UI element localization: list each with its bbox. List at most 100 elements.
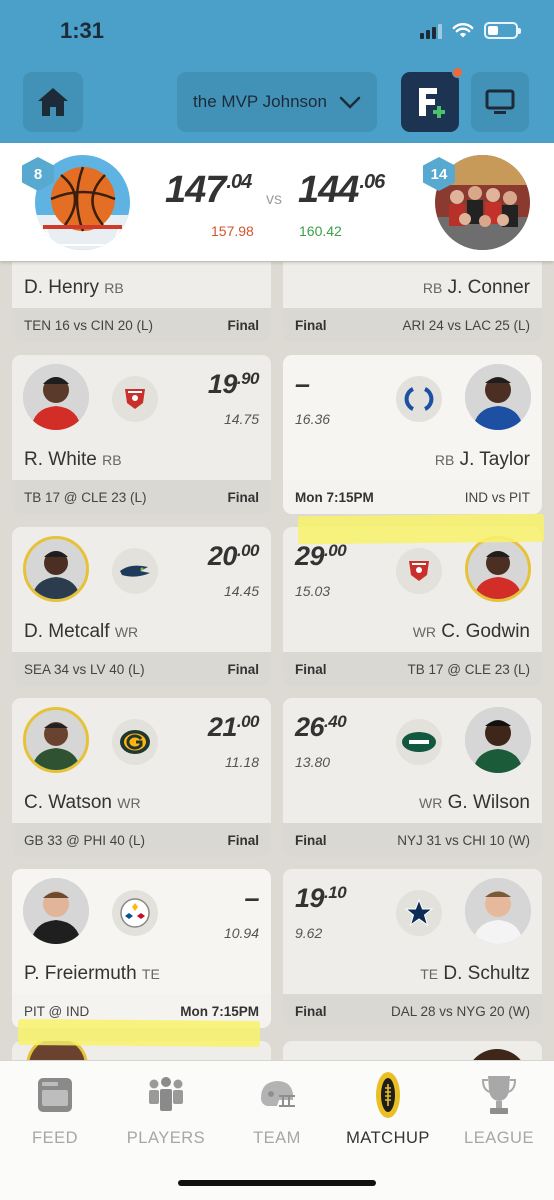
tv-button[interactable]	[471, 72, 529, 132]
player-card-j-taylor[interactable]: – 16.36 RB J. Taylor Mon 7:15PM IND vs PI…	[283, 355, 542, 514]
player-projection: 9.62	[295, 925, 323, 941]
player-name: RB J. Conner	[422, 277, 530, 298]
game-status: Mon 7:15PM	[295, 489, 374, 505]
player-photo	[465, 707, 531, 773]
my-score-decimal: .04	[226, 171, 252, 193]
fantasy-logo-icon	[419, 88, 445, 118]
game-status-bar: Mon 7:15PM IND vs PIT	[283, 480, 542, 514]
player-points: 21.00	[207, 712, 260, 742]
cowboys-logo-icon	[396, 890, 442, 936]
player-card-g-wilson[interactable]: 26.40 13.80 WR G. Wilson Final NYJ 31 vs …	[283, 698, 542, 857]
app-header: 1:31 the MVP Johnson	[0, 0, 554, 143]
football-icon	[376, 1072, 400, 1118]
status-time: 1:31	[60, 18, 105, 43]
game-score: IND vs PIT	[464, 489, 530, 505]
jets-logo-icon	[396, 719, 442, 765]
cellular-signal-icon	[420, 23, 442, 39]
home-indicator	[178, 1180, 376, 1186]
player-photo	[23, 878, 89, 944]
game-score: GB 33 @ PHI 40 (L)	[24, 832, 145, 848]
player-points: 29.00	[295, 541, 347, 571]
player-card-r-white[interactable]: 19.90 14.75 R. White RB TB 17 @ CLE 23 (…	[12, 355, 271, 514]
player-projection: 13.80	[295, 754, 331, 770]
player-card-p-freiermuth[interactable]: – 10.94 P. Freiermuth TE PIT @ IND Mon 7:…	[12, 869, 271, 1028]
player-name: RB J. Taylor	[434, 449, 530, 470]
player-projection: 15.03	[295, 583, 331, 599]
seahawks-logo-icon	[112, 548, 158, 594]
player-points: 19.10	[295, 883, 347, 913]
team-name: the MVP Johnson	[193, 92, 327, 111]
player-name: WR C. Godwin	[412, 621, 530, 642]
player-photo	[465, 536, 531, 602]
matchup-grid: D. Henry RB TEN 16 vs CIN 20 (L) Final RB…	[0, 262, 554, 1060]
game-status-bar: Final NYJ 31 vs CHI 10 (W)	[283, 823, 542, 857]
player-card-c-watson[interactable]: 21.00 11.18 C. Watson WR GB 33 @ PHI 40 …	[12, 698, 271, 857]
players-icon	[149, 1077, 183, 1111]
game-status-bar: TB 17 @ CLE 23 (L) Final	[12, 480, 271, 514]
player-points: 19.90	[207, 369, 260, 399]
player-card-c-godwin[interactable]: 29.00 15.03 WR C. Godwin Final TB 17 @ CL…	[283, 527, 542, 686]
player-name: R. White RB	[24, 449, 122, 470]
steelers-logo-icon	[112, 890, 158, 936]
colts-logo-icon	[396, 376, 442, 422]
tab-matchup[interactable]: MATCHUP	[333, 1069, 443, 1148]
highlight-mark	[17, 1018, 261, 1048]
player-name: WR G. Wilson	[419, 792, 530, 813]
player-photo	[23, 364, 89, 430]
my-score: 147.04	[165, 169, 252, 212]
opponent-score-decimal: .06	[359, 171, 385, 193]
opponent-score: 144.06	[298, 169, 385, 212]
my-score-integer: 147	[165, 169, 226, 211]
player-photo	[465, 364, 531, 430]
player-card-d-metcalf[interactable]: 20.00 14.45 D. Metcalf WR SEA 34 vs LV 4…	[12, 527, 271, 686]
player-name: C. Watson WR	[24, 792, 141, 813]
chevron-down-icon	[339, 96, 361, 109]
tab-team[interactable]: TEAM	[222, 1069, 332, 1148]
player-projection: 11.18	[225, 754, 259, 770]
player-photo	[23, 707, 89, 773]
helmet-icon	[261, 1081, 295, 1107]
fantasy-add-button[interactable]	[401, 67, 463, 132]
player-card-j-conner[interactable]: RB J. Conner Final ARI 24 vs LAC 25 (L)	[283, 262, 542, 342]
my-projection: 157.98	[211, 223, 254, 239]
game-score: DAL 28 vs NYG 20 (W)	[390, 1003, 530, 1019]
game-score: NYJ 31 vs CHI 10 (W)	[397, 832, 530, 848]
home-button[interactable]	[23, 72, 83, 132]
tab-feed[interactable]: FEED	[0, 1069, 110, 1148]
packers-logo-icon	[112, 719, 158, 765]
player-projection: 16.36	[295, 411, 331, 427]
home-icon	[38, 88, 68, 116]
player-points: 26.40	[295, 712, 347, 742]
game-status-bar: Final TB 17 @ CLE 23 (L)	[283, 652, 542, 686]
player-card-d-schultz[interactable]: 19.10 9.62 TE D. Schultz Final DAL 28 vs …	[283, 869, 542, 1028]
player-points: 20.00	[207, 541, 260, 571]
trophy-icon	[482, 1076, 516, 1114]
buccaneers-logo-icon	[112, 376, 158, 422]
player-photo	[23, 536, 89, 602]
game-status-bar: SEA 34 vs LV 40 (L) Final	[12, 652, 271, 686]
game-status-bar: GB 33 @ PHI 40 (L) Final	[12, 823, 271, 857]
highlight-mark	[297, 513, 545, 545]
player-name: D. Henry RB	[24, 277, 124, 298]
game-score: TEN 16 vs CIN 20 (L)	[24, 317, 154, 333]
player-points: –	[295, 369, 310, 399]
game-score: PIT @ IND	[24, 1003, 90, 1019]
tv-icon	[485, 89, 515, 114]
battery-icon	[484, 22, 521, 39]
player-projection: 10.94	[223, 925, 259, 941]
vs-label: vs	[266, 191, 282, 208]
player-card-partial[interactable]	[283, 1041, 542, 1060]
notification-dot	[452, 67, 463, 78]
game-status: Final	[295, 832, 327, 848]
team-selector[interactable]: the MVP Johnson	[177, 72, 377, 132]
tab-league[interactable]: LEAGUE	[444, 1069, 554, 1148]
game-status: Final	[295, 317, 327, 333]
game-status: Final	[295, 1003, 327, 1019]
player-name: D. Metcalf WR	[24, 621, 139, 642]
game-score: SEA 34 vs LV 40 (L)	[24, 661, 145, 677]
game-score: TB 17 @ CLE 23 (L)	[24, 489, 147, 505]
player-card-d-henry[interactable]: D. Henry RB TEN 16 vs CIN 20 (L) Final	[12, 262, 271, 342]
game-status: Final	[227, 317, 259, 333]
tab-players[interactable]: PLAYERS	[111, 1069, 221, 1148]
player-projection: 14.45	[223, 583, 259, 599]
